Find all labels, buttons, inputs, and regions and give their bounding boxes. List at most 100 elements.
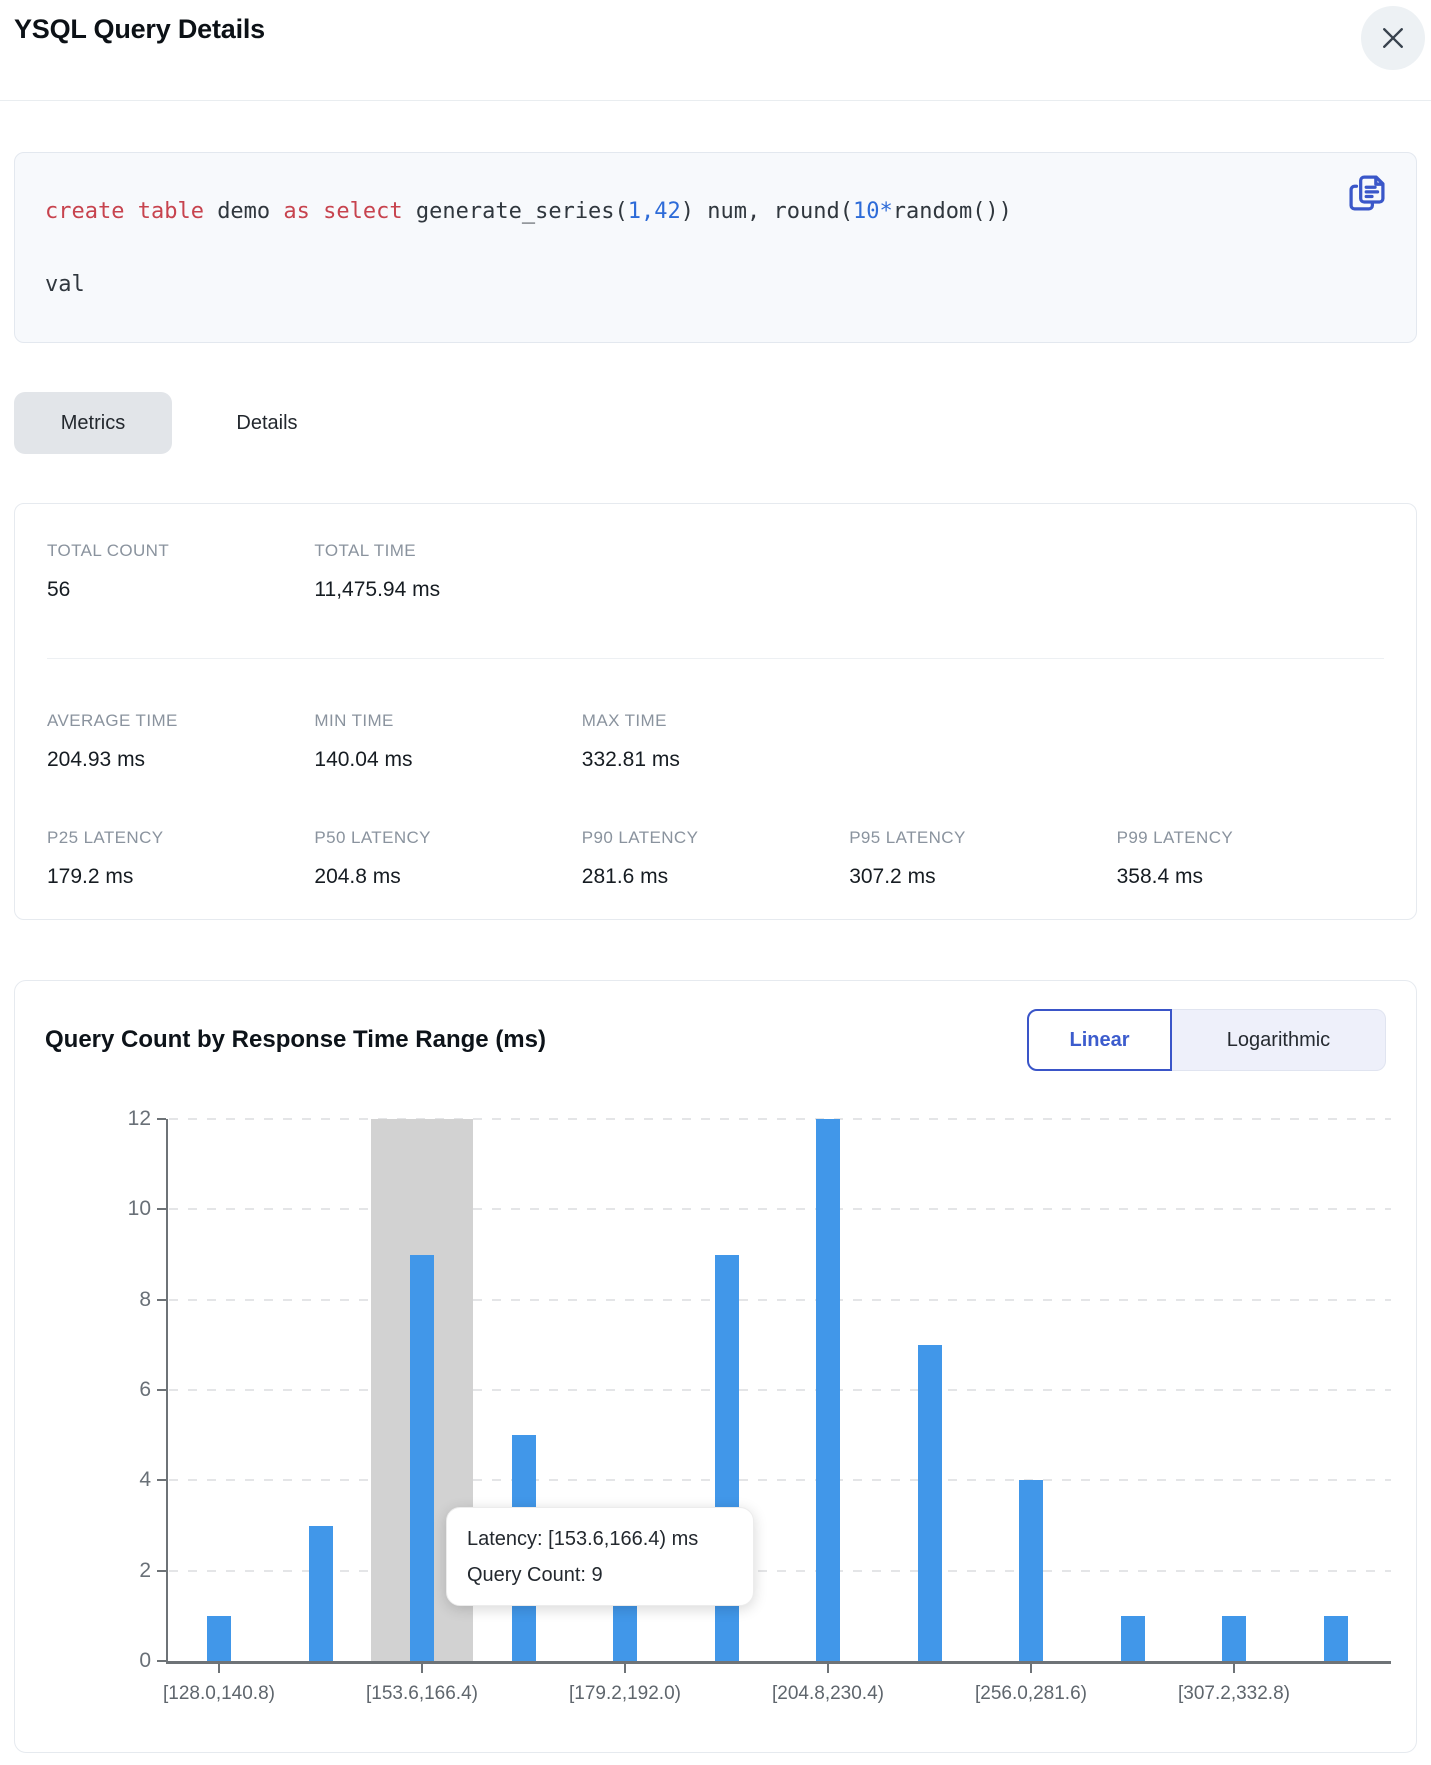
gridline-y-10 bbox=[169, 1208, 1391, 1210]
stat-max-time: MAX TIME 332.81 ms bbox=[582, 711, 849, 773]
stat-label: TOTAL TIME bbox=[314, 541, 581, 561]
x-axis-tick bbox=[218, 1664, 220, 1673]
sql-code-line-1: create table demo as select generate_ser… bbox=[45, 175, 1326, 248]
histogram-bar[interactable] bbox=[816, 1119, 840, 1661]
stat-total-time: TOTAL TIME 11,475.94 ms bbox=[314, 541, 581, 603]
histogram-bar[interactable] bbox=[918, 1345, 942, 1661]
histogram-bar[interactable] bbox=[207, 1616, 231, 1661]
histogram-bar[interactable] bbox=[1324, 1616, 1348, 1661]
stat-p50-latency: P50 LATENCY 204.8 ms bbox=[314, 828, 581, 890]
y-axis-tick bbox=[157, 1208, 166, 1210]
y-axis-tick bbox=[157, 1570, 166, 1572]
tab-details[interactable]: Details bbox=[206, 392, 328, 454]
stat-average-time: AVERAGE TIME 204.93 ms bbox=[47, 711, 314, 773]
page-title: YSQL Query Details bbox=[14, 14, 265, 45]
y-axis-label: 0 bbox=[107, 1649, 151, 1673]
stat-label: P25 LATENCY bbox=[47, 828, 314, 848]
x-axis-tick bbox=[827, 1664, 829, 1673]
stat-p95-latency: P95 LATENCY 307.2 ms bbox=[849, 828, 1116, 890]
x-axis-label: [204.8,230.4) bbox=[713, 1683, 943, 1705]
stat-label: MIN TIME bbox=[314, 711, 581, 731]
y-axis-tick bbox=[157, 1389, 166, 1391]
tooltip-query-count: Query Count: 9 bbox=[467, 1557, 733, 1593]
gridline-y-12 bbox=[169, 1118, 1391, 1120]
y-axis-label: 2 bbox=[107, 1559, 151, 1583]
y-axis-line bbox=[166, 1119, 168, 1663]
sql-token-plain: demo bbox=[217, 199, 283, 224]
gridline-y-8 bbox=[169, 1299, 1391, 1301]
sql-token-keyword: as select bbox=[283, 199, 415, 224]
chart-panel: Query Count by Response Time Range (ms) … bbox=[14, 980, 1417, 1753]
x-axis-line bbox=[166, 1661, 1391, 1664]
stat-label: MAX TIME bbox=[582, 711, 849, 731]
stat-label: P99 LATENCY bbox=[1117, 828, 1384, 848]
metrics-panel: TOTAL COUNT 56TOTAL TIME 11,475.94 ms AVER… bbox=[14, 503, 1417, 920]
histogram-bar[interactable] bbox=[1019, 1480, 1043, 1661]
stats-divider bbox=[47, 658, 1384, 659]
x-axis-label: [153.6,166.4) bbox=[307, 1683, 537, 1705]
x-axis-label: [179.2,192.0) bbox=[510, 1683, 740, 1705]
histogram-plot: 024681012[128.0,140.8)[153.6,166.4)[179.… bbox=[15, 981, 1416, 1752]
stat-label: P50 LATENCY bbox=[314, 828, 581, 848]
stat-total-count: TOTAL COUNT 56 bbox=[47, 541, 314, 603]
stat-value: 307.2 ms bbox=[849, 864, 1116, 890]
stat-value: 56 bbox=[47, 577, 314, 603]
y-axis-tick bbox=[157, 1118, 166, 1120]
stat-label: TOTAL COUNT bbox=[47, 541, 314, 561]
close-button[interactable] bbox=[1361, 6, 1425, 70]
stats-row-totals: TOTAL COUNT 56TOTAL TIME 11,475.94 ms bbox=[47, 541, 1384, 603]
stat-value: 358.4 ms bbox=[1117, 864, 1384, 890]
gridline-y-6 bbox=[169, 1389, 1391, 1391]
sql-query-text: create table demo as select generate_ser… bbox=[45, 175, 1326, 321]
histogram-bar[interactable] bbox=[410, 1255, 434, 1662]
stat-label: P90 LATENCY bbox=[582, 828, 849, 848]
y-axis-label: 6 bbox=[107, 1378, 151, 1402]
y-axis-label: 10 bbox=[107, 1197, 151, 1221]
sql-token-number: 1,42 bbox=[628, 199, 681, 224]
x-axis-tick bbox=[1030, 1664, 1032, 1673]
stats-row-times: AVERAGE TIME 204.93 msMIN TIME 140.04 msMA… bbox=[47, 711, 1384, 773]
gridline-y-2 bbox=[169, 1570, 1391, 1572]
x-axis-label: [128.0,140.8) bbox=[104, 1683, 334, 1705]
gridline-y-4 bbox=[169, 1479, 1391, 1481]
sql-token-plain: generate_series( bbox=[416, 199, 628, 224]
sql-token-plain: val bbox=[45, 272, 85, 297]
histogram-bar[interactable] bbox=[309, 1526, 333, 1662]
query-code-block: create table demo as select generate_ser… bbox=[14, 152, 1417, 343]
x-axis-label: [307.2,332.8) bbox=[1119, 1683, 1349, 1705]
stat-label: P95 LATENCY bbox=[849, 828, 1116, 848]
stat-value: 332.81 ms bbox=[582, 747, 849, 773]
sql-token-plain: random()) bbox=[893, 199, 1012, 224]
tooltip-latency-range: Latency: [153.6,166.4) ms bbox=[467, 1521, 733, 1557]
y-axis-label: 12 bbox=[107, 1107, 151, 1131]
sql-code-line-2: val bbox=[45, 248, 1326, 321]
stat-min-time: MIN TIME 140.04 ms bbox=[314, 711, 581, 773]
stat-value: 140.04 ms bbox=[314, 747, 581, 773]
header-divider bbox=[0, 100, 1431, 101]
stat-label: AVERAGE TIME bbox=[47, 711, 314, 731]
chart-tooltip: Latency: [153.6,166.4) ms Query Count: 9 bbox=[446, 1507, 754, 1606]
stat-value: 11,475.94 ms bbox=[314, 577, 581, 603]
y-axis-tick bbox=[157, 1479, 166, 1481]
x-axis-tick bbox=[1233, 1664, 1235, 1673]
stats-row-latencies: P25 LATENCY179.2 msP50 LATENCY204.8 msP9… bbox=[47, 828, 1384, 890]
tab-metrics[interactable]: Metrics bbox=[14, 392, 172, 454]
y-axis-tick bbox=[157, 1299, 166, 1301]
stat-p90-latency: P90 LATENCY 281.6 ms bbox=[582, 828, 849, 890]
copy-button[interactable] bbox=[1344, 169, 1392, 217]
x-axis-tick bbox=[421, 1664, 423, 1673]
stat-p99-latency: P99 LATENCY 358.4 ms bbox=[1117, 828, 1384, 890]
sql-token-plain: ) num, round( bbox=[681, 199, 853, 224]
y-axis-label: 4 bbox=[107, 1468, 151, 1492]
stat-value: 179.2 ms bbox=[47, 864, 314, 890]
stat-value: 204.93 ms bbox=[47, 747, 314, 773]
stat-value: 204.8 ms bbox=[314, 864, 581, 890]
sql-token-keyword: create table bbox=[45, 199, 217, 224]
y-axis-tick bbox=[157, 1660, 166, 1662]
linear-scale-button[interactable]: Linear bbox=[1027, 1009, 1172, 1071]
stat-value: 281.6 ms bbox=[582, 864, 849, 890]
histogram-bar[interactable] bbox=[1121, 1616, 1145, 1661]
close-icon bbox=[1378, 23, 1408, 53]
histogram-bar[interactable] bbox=[1222, 1616, 1246, 1661]
copy-icon bbox=[1344, 170, 1392, 216]
